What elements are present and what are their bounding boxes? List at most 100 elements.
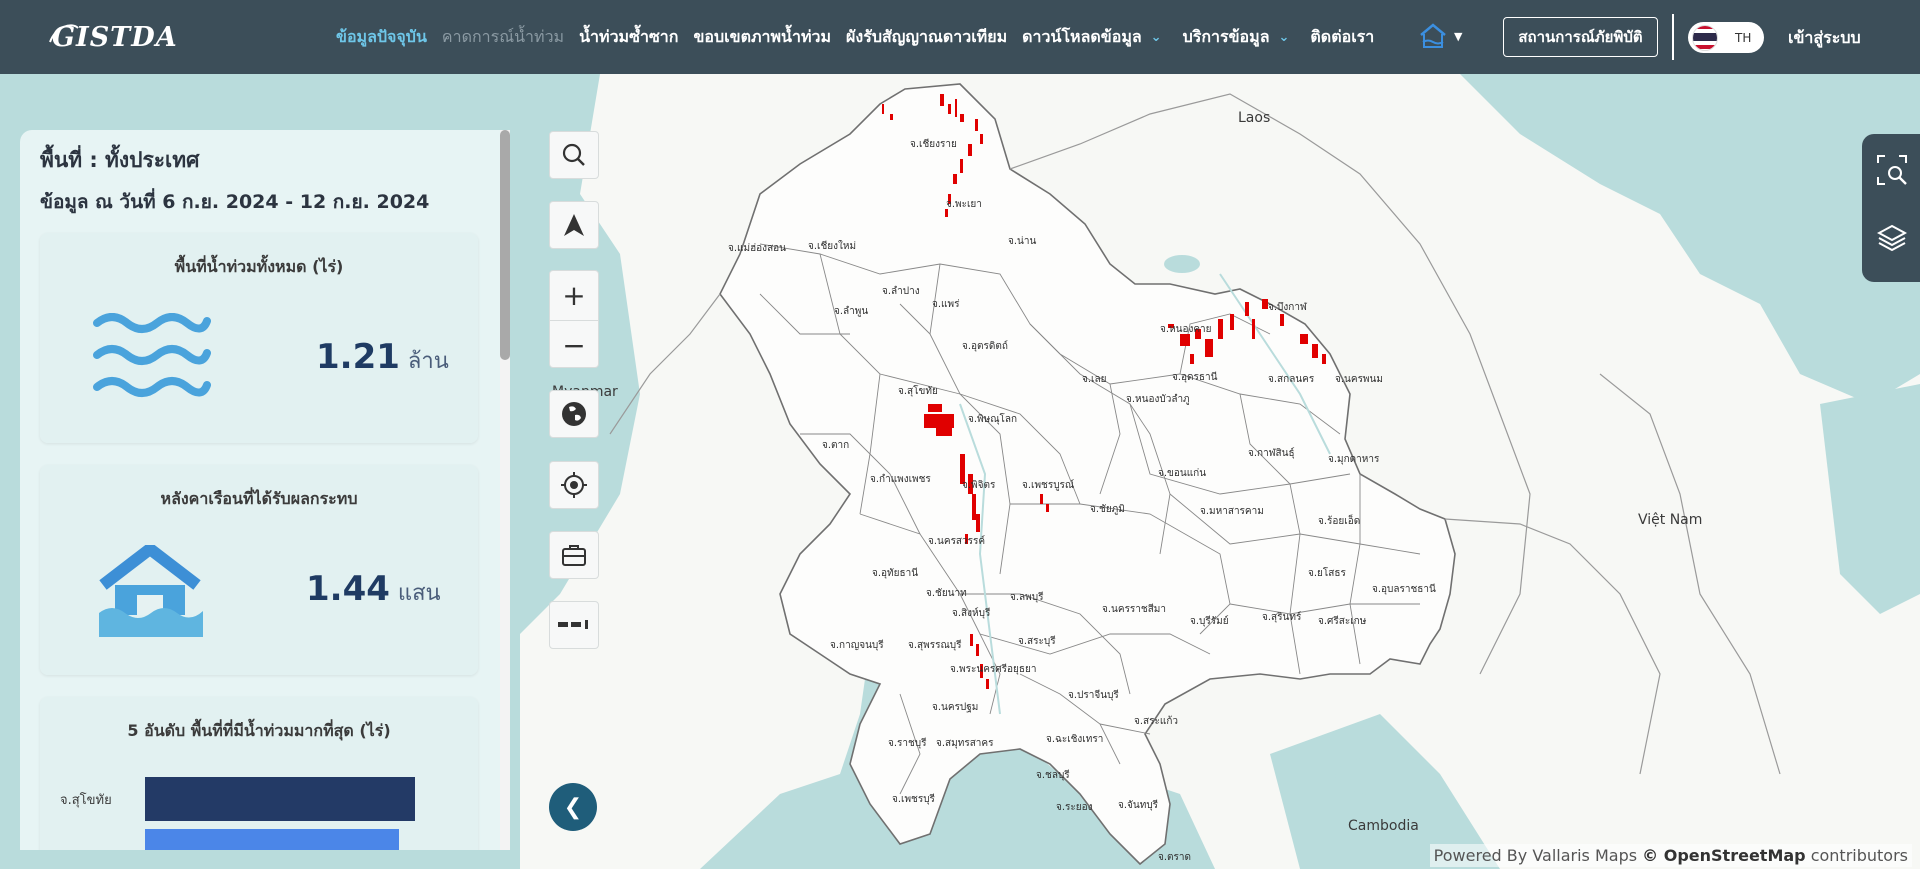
province-label: จ.เชียงราย — [910, 139, 957, 150]
area-search-button[interactable] — [1876, 154, 1908, 186]
area-search-icon — [1877, 155, 1907, 185]
nav-label: บริการข้อมูล — [1182, 26, 1270, 46]
province-label: จ.ปราจีนบุรี — [1068, 690, 1119, 701]
crosshair-icon — [561, 472, 587, 498]
province-label: จ.บุรีรัมย์ — [1190, 616, 1229, 627]
province-label: จ.ระยอง — [1056, 802, 1093, 813]
affected-households-card: หลังคาเรือนที่ได้รับผลกระทบ 1.44 แสน — [40, 465, 478, 675]
province-label: จ.นครพนม — [1335, 374, 1383, 385]
summary-panel: พื้นที่ : ทั้งประเทศ ข้อมูล ณ วันที่ 6 ก… — [20, 130, 510, 850]
nav-contact[interactable]: ติดต่อเรา — [1310, 25, 1374, 50]
province-label: จ.พะเยา — [946, 199, 982, 210]
nav-download-data[interactable]: ดาวน์โหลดข้อมูล ⌄ — [1022, 25, 1167, 50]
province-label: จ.ลำปาง — [882, 286, 920, 297]
layers-button[interactable] — [1876, 222, 1908, 254]
chevron-down-icon: ⌄ — [1150, 29, 1162, 45]
measure-icon — [558, 620, 588, 629]
basemap-button[interactable] — [549, 390, 599, 438]
zoom-control: + − — [549, 270, 599, 368]
briefcase-icon — [562, 545, 586, 566]
province-label: จ.สุรินทร์ — [1262, 612, 1302, 623]
nav-satellite-plan[interactable]: ผังรับสัญญาณดาวเทียม — [846, 25, 1007, 50]
province-label: จ.มหาสารคาม — [1200, 506, 1264, 517]
top-navigation-bar: GISTDA ข้อมูลปัจจุบัน คาดการณ์น้ำท่วม น้… — [0, 0, 1920, 74]
province-label: จ.กาฬสินธุ์ — [1248, 448, 1295, 459]
province-label: จ.สุพรรณบุรี — [908, 640, 962, 651]
province-label: จ.สกลนคร — [1268, 374, 1315, 385]
province-label: จ.ศรีสะเกษ — [1318, 616, 1367, 627]
search-button[interactable] — [549, 131, 599, 179]
province-label: จ.พิจิตร — [962, 480, 996, 491]
province-label: จ.พระนครศรีอยุธยา — [950, 664, 1037, 675]
province-label: จ.ลพบุรี — [1010, 592, 1044, 603]
nav-label: ขอบเขตภาพน้ำท่วม — [693, 26, 832, 46]
globe-icon — [562, 402, 586, 426]
zoom-in-button[interactable]: + — [550, 271, 598, 320]
households-value: 1.44 — [306, 569, 390, 609]
rank-row[interactable] — [60, 829, 399, 850]
card-title: 5 อันดับ พื้นที่ที่มีน้ำท่วมมากที่สุด (ไ… — [127, 721, 391, 740]
province-label: จ.แพร่ — [932, 299, 960, 310]
province-label: จ.น่าน — [1008, 236, 1037, 247]
nav-repeated-flood[interactable]: น้ำท่วมซ้ำซาก — [579, 25, 678, 50]
water-waves-icon — [93, 313, 211, 397]
province-label: จ.ราชบุรี — [888, 738, 927, 749]
area-label: พื้นที่ : ทั้งประเทศ — [40, 148, 200, 172]
households-stat: 1.44 แสน — [306, 569, 441, 610]
card-title: หลังคาเรือนที่ได้รับผลกระทบ — [160, 489, 358, 508]
toolbox-button[interactable] — [549, 531, 599, 579]
province-label: จ.สระบุรี — [1018, 636, 1056, 647]
province-label: จ.อุดรธานี — [1172, 372, 1218, 383]
locate-button[interactable] — [549, 461, 599, 509]
navigation-button[interactable] — [549, 201, 599, 249]
province-label: จ.พิษณุโลก — [968, 414, 1018, 425]
map-attribution: Powered By Vallaris Maps © OpenStreetMap… — [1429, 844, 1912, 867]
province-label: จ.สิงห์บุรี — [952, 608, 991, 619]
province-label: จ.สมุทรสาคร — [936, 738, 994, 749]
province-label: จ.มุกดาหาร — [1328, 454, 1380, 465]
province-label: จ.นครราชสีมา — [1102, 604, 1167, 615]
nav-data-service[interactable]: บริการข้อมูล ⌄ — [1183, 25, 1296, 50]
gistda-logo[interactable]: GISTDA — [49, 22, 178, 53]
zoom-out-button[interactable]: − — [550, 320, 598, 369]
map-label-vietnam: Việt Nam — [1638, 512, 1703, 528]
map-label-laos: Laos — [1238, 110, 1271, 126]
flood-area-value: 1.21 — [316, 337, 400, 377]
card-title: พื้นที่น้ำท่วมทั้งหมด (ไร่) — [174, 257, 344, 276]
nav-current-data[interactable]: ข้อมูลปัจจุบัน — [336, 25, 427, 50]
map-label-cambodia: Cambodia — [1348, 818, 1419, 834]
search-icon — [562, 143, 585, 166]
measure-button[interactable] — [549, 601, 599, 649]
login-link[interactable]: เข้าสู่ระบบ — [1788, 26, 1861, 51]
province-label: จ.แม่ฮ่องสอน — [728, 243, 787, 254]
scrollbar-thumb[interactable] — [500, 130, 510, 360]
attribution-osm-link[interactable]: © OpenStreetMap — [1642, 846, 1805, 865]
rank-label: จ.สุโขทัย — [60, 792, 112, 808]
nav-label: น้ำท่วมซ้ำซาก — [579, 26, 679, 46]
language-toggle[interactable]: TH — [1688, 22, 1764, 53]
province-label: จ.บึงกาฬ — [1268, 302, 1307, 313]
disaster-situation-button[interactable]: สถานการณ์ภัยพิบัติ — [1503, 17, 1658, 57]
panel-scrollbar[interactable] — [500, 130, 510, 850]
rank-row[interactable]: จ.สุโขทัย — [60, 777, 415, 821]
province-label: จ.อุทัยธานี — [872, 568, 919, 579]
rank-bar — [145, 829, 399, 850]
home-dropdown[interactable]: ▼ — [1418, 22, 1462, 50]
collapse-panel-button[interactable]: ❮ — [549, 783, 597, 831]
province-label: จ.ชัยภูมิ — [1090, 504, 1125, 515]
nav-label: ผังรับสัญญาณดาวเทียม — [846, 26, 1008, 46]
province-label: จ.จันทบุรี — [1118, 800, 1159, 811]
thai-flag-icon — [1692, 24, 1718, 51]
nav-flood-extent[interactable]: ขอบเขตภาพน้ำท่วม — [693, 25, 831, 50]
province-label: จ.อุตรดิตถ์ — [962, 341, 1008, 352]
province-label: จ.ลำพูน — [834, 306, 869, 317]
main-menu: ข้อมูลปัจจุบัน คาดการณ์น้ำท่วม น้ำท่วมซ้… — [336, 0, 1389, 74]
nav-flood-forecast[interactable]: คาดการณ์น้ำท่วม — [442, 25, 564, 50]
households-unit: แสน — [397, 581, 441, 606]
province-label: จ.ตราด — [1158, 852, 1192, 863]
province-label: จ.กำแพงเพชร — [870, 474, 931, 485]
flood-area-unit: ล้าน — [407, 349, 449, 374]
province-label: จ.เพชรบุรี — [892, 794, 935, 805]
flood-area-stat: 1.21 ล้าน — [316, 337, 449, 378]
chevron-down-icon: ⌄ — [1278, 29, 1290, 45]
